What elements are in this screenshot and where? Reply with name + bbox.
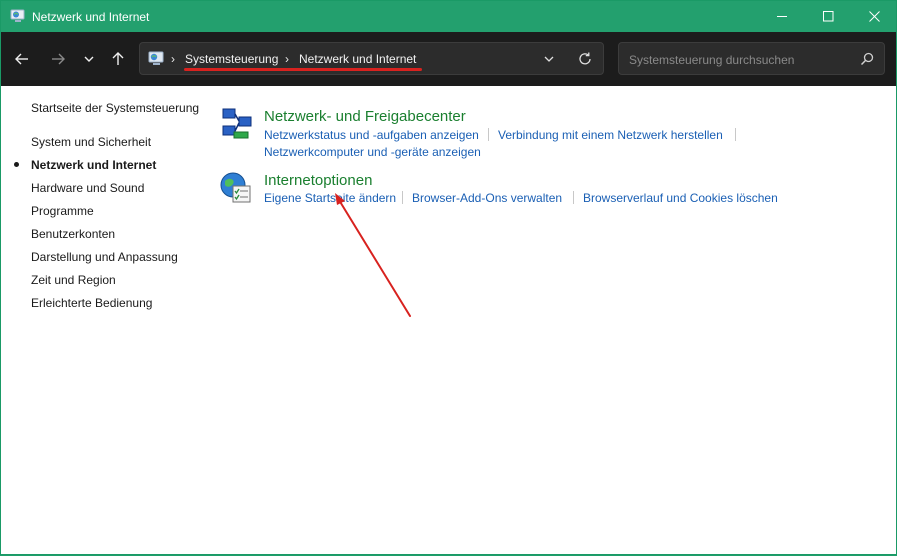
window-title: Netzwerk und Internet [32,10,150,24]
control-panel-location-icon [148,51,164,65]
link-change-homepage[interactable]: Eigene Startseite ändern [264,191,396,205]
breadcrumb-chevron-icon: › [171,52,175,66]
maximize-button[interactable] [805,1,851,32]
main-content: Netzwerk- und Freigabecenter Netzwerksta… [211,86,897,554]
minimize-button[interactable] [759,1,805,32]
breadcrumb-current[interactable]: Netzwerk und Internet [299,52,416,66]
annotation-underline [184,68,422,71]
minimize-icon [776,16,787,17]
address-bar[interactable]: › Systemsteuerung › Netzwerk und Interne… [139,42,604,75]
link-divider [402,191,403,204]
link-network-status[interactable]: Netzwerkstatus und -aufgaben anzeigen [264,128,479,142]
close-icon [868,11,880,22]
control-panel-window: Netzwerk und Internet › Systemsteuerung … [0,0,897,555]
maximize-icon [822,11,833,22]
search-box[interactable] [618,42,885,75]
link-connect-network[interactable]: Verbindung mit einem Netzwerk herstellen [498,128,723,142]
arrow-left-icon [15,53,28,65]
sidebar-item-system-security[interactable]: System und Sicherheit [31,135,151,149]
link-divider [573,191,574,204]
link-manage-addons[interactable]: Browser-Add-Ons verwalten [412,191,562,205]
address-history-chevron-icon[interactable] [541,51,557,67]
sidebar-item-ease-of-access[interactable]: Erleichterte Bedienung [31,296,152,310]
refresh-icon[interactable] [576,50,594,68]
breadcrumb-chevron-icon: › [285,52,289,66]
up-button[interactable] [105,46,131,72]
category-title-internet-options[interactable]: Internetoptionen [264,172,372,189]
internet-options-icon[interactable] [219,171,253,205]
sidebar-item-network-internet[interactable]: Netzwerk und Internet [31,158,156,172]
sidebar: Startseite der Systemsteuerung System un… [1,86,211,554]
chevron-down-icon [84,56,94,62]
breadcrumb-systemsteuerung[interactable]: Systemsteuerung [185,52,278,66]
close-button[interactable] [851,1,897,32]
link-divider [488,128,489,141]
link-divider [735,128,736,141]
network-sharing-icon[interactable] [220,107,254,141]
sidebar-item-user-accounts[interactable]: Benutzerkonten [31,227,115,241]
sidebar-item-programs[interactable]: Programme [31,204,94,218]
sidebar-item-clock-region[interactable]: Zeit und Region [31,273,116,287]
sidebar-item-appearance[interactable]: Darstellung und Anpassung [31,250,178,264]
link-network-computers[interactable]: Netzwerkcomputer und -geräte anzeigen [264,145,481,159]
category-title-network-sharing[interactable]: Netzwerk- und Freigabecenter [264,108,466,125]
active-bullet-icon [14,162,19,167]
forward-button[interactable] [45,46,71,72]
search-input[interactable] [627,50,851,70]
arrow-up-icon [112,52,124,65]
sidebar-home-link[interactable]: Startseite der Systemsteuerung [31,101,199,115]
navigation-toolbar: › Systemsteuerung › Netzwerk und Interne… [1,32,896,86]
recent-locations-button[interactable] [76,46,102,72]
arrow-right-icon [52,53,65,65]
back-button[interactable] [9,46,35,72]
link-delete-history[interactable]: Browserverlauf und Cookies löschen [583,191,778,205]
search-icon[interactable] [859,51,875,67]
sidebar-item-hardware-sound[interactable]: Hardware und Sound [31,181,144,195]
control-panel-icon [10,9,25,22]
title-bar: Netzwerk und Internet [1,1,896,32]
